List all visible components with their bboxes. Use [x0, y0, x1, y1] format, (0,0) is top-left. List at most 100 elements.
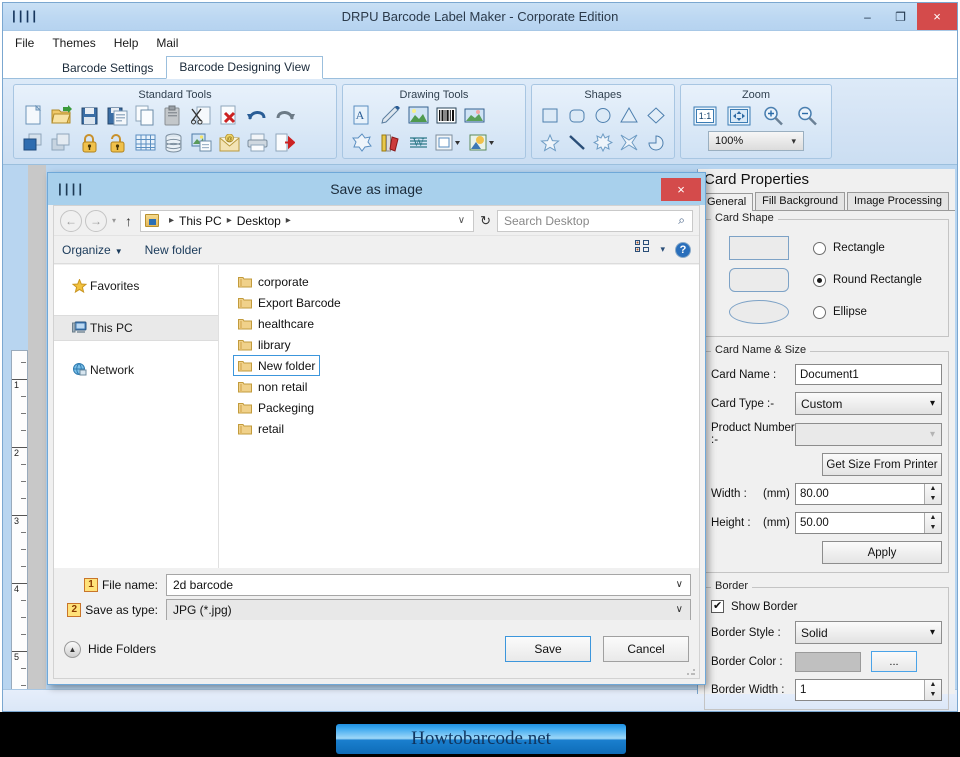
unlock-icon[interactable] [104, 130, 130, 155]
zoom-actual-size-icon[interactable]: 1:1 [692, 103, 718, 128]
forward-arrow-icon[interactable]: → [85, 209, 107, 232]
picture-frame-icon[interactable] [461, 103, 487, 128]
database-icon[interactable] [160, 130, 186, 155]
blob-shape-icon[interactable] [349, 130, 375, 155]
rounded-rect-shape-icon[interactable] [564, 103, 588, 128]
cancel-button[interactable]: Cancel [603, 636, 689, 662]
height-spin-buttons[interactable]: ▲ ▼ [924, 513, 941, 533]
save-icon[interactable] [76, 103, 102, 128]
four-point-star-icon[interactable] [617, 130, 641, 155]
list-item[interactable]: retail [233, 418, 289, 439]
shape-option-round-rectangle[interactable]: Round Rectangle [711, 264, 942, 296]
back-arrow-icon[interactable]: ← [60, 209, 82, 232]
star-shape-icon[interactable] [538, 130, 562, 155]
barcode-tool-icon[interactable] [433, 103, 459, 128]
height-stepper[interactable]: 50.00 ▲ ▼ [795, 512, 942, 534]
width-spin-buttons[interactable]: ▲ ▼ [924, 484, 941, 504]
card-name-input[interactable]: Document1 [795, 364, 942, 385]
menu-file[interactable]: File [15, 36, 34, 50]
shape-option-rectangle[interactable]: Rectangle [711, 232, 942, 264]
zoom-in-icon[interactable] [760, 103, 786, 128]
breadcrumb-desktop[interactable]: Desktop [237, 214, 281, 228]
file-name-input[interactable]: 2d barcode ∨ [166, 573, 691, 596]
help-icon[interactable]: ? [675, 241, 691, 258]
apply-button[interactable]: Apply [822, 541, 942, 564]
address-bar[interactable]: ▸ This PC ▸ Desktop ▸ ∨ [140, 209, 475, 232]
lock-icon[interactable] [76, 130, 102, 155]
grid-table-icon[interactable] [132, 130, 158, 155]
menu-help[interactable]: Help [114, 36, 139, 50]
paste-icon[interactable] [160, 103, 186, 128]
zoom-level-select[interactable]: 100% ▾ [708, 131, 804, 151]
list-item[interactable]: library [233, 334, 296, 355]
bring-to-front-icon[interactable] [20, 130, 46, 155]
breadcrumb-this-pc[interactable]: This PC [179, 214, 222, 228]
print-icon[interactable] [244, 130, 270, 155]
new-file-icon[interactable] [20, 103, 46, 128]
redo-icon[interactable] [272, 103, 298, 128]
save-button[interactable]: Save [505, 636, 591, 662]
tab-barcode-designing-view[interactable]: Barcode Designing View [166, 56, 323, 79]
zoom-fit-icon[interactable] [726, 103, 752, 128]
border-color-swatch[interactable] [795, 651, 861, 672]
recent-locations-icon[interactable]: ▾ [112, 216, 116, 225]
list-item[interactable]: Export Barcode [233, 292, 346, 313]
hide-folders-button[interactable]: ▲ Hide Folders [64, 640, 156, 658]
resize-grip-icon[interactable] [686, 666, 696, 676]
undo-icon[interactable] [244, 103, 270, 128]
save-all-icon[interactable] [104, 103, 130, 128]
nav-item-network[interactable]: Network [54, 357, 218, 383]
view-mode-icon[interactable] [635, 240, 650, 259]
list-item[interactable]: non retail [233, 376, 312, 397]
pie-shape-icon[interactable] [644, 130, 668, 155]
tab-fill-background[interactable]: Fill Background [755, 192, 845, 210]
show-border-row[interactable]: Show Border [711, 599, 942, 613]
search-input[interactable]: Search Desktop ⌕ [497, 209, 693, 232]
exit-icon[interactable] [272, 130, 298, 155]
send-to-back-icon[interactable] [48, 130, 74, 155]
menu-mail[interactable]: Mail [156, 36, 178, 50]
delete-icon[interactable] [216, 103, 242, 128]
tab-image-processing[interactable]: Image Processing [846, 192, 950, 210]
circle-shape-icon[interactable] [591, 103, 615, 128]
radio-ellipse[interactable] [813, 305, 826, 319]
export-image-icon[interactable] [188, 130, 214, 155]
show-border-checkbox[interactable] [711, 599, 724, 613]
new-folder-button[interactable]: New folder [145, 243, 202, 257]
books-icon[interactable] [377, 130, 403, 155]
chevron-down-icon[interactable]: ∨ [676, 604, 683, 615]
email-icon[interactable]: @ [216, 130, 242, 155]
refresh-icon[interactable]: ↻ [480, 213, 491, 229]
list-item[interactable]: healthcare [233, 313, 319, 334]
copy-icon[interactable] [132, 103, 158, 128]
list-item[interactable]: Packeging [233, 397, 319, 418]
zoom-out-icon[interactable] [794, 103, 820, 128]
width-stepper[interactable]: 80.00 ▲ ▼ [795, 483, 942, 505]
shape-option-ellipse[interactable]: Ellipse [711, 296, 942, 328]
radio-round-rectangle[interactable] [813, 273, 826, 287]
nav-item-this-pc[interactable]: This PC [54, 315, 218, 341]
pen-tool-icon[interactable] [377, 103, 403, 128]
list-item-selected[interactable]: New folder [233, 355, 321, 376]
square-shape-icon[interactable] [538, 103, 562, 128]
save-as-type-select[interactable]: JPG (*.jpg) ∨ [166, 598, 691, 621]
chevron-down-icon[interactable]: ∨ [676, 579, 683, 590]
up-arrow-icon[interactable]: ↑ [125, 213, 132, 229]
watermark-icon[interactable]: W [405, 130, 431, 155]
nav-item-favorites[interactable]: Favorites [54, 273, 218, 299]
text-tool-icon[interactable]: A [349, 103, 375, 128]
chevron-down-icon[interactable]: ∨ [458, 215, 465, 226]
cut-icon[interactable] [188, 103, 214, 128]
border-style-select[interactable]: Solid ▾ [795, 621, 942, 644]
menu-themes[interactable]: Themes [52, 36, 95, 50]
border-color-picker-button[interactable]: ... [871, 651, 917, 672]
burst-shape-icon[interactable] [591, 130, 615, 155]
list-item[interactable]: corporate [233, 271, 314, 292]
triangle-shape-icon[interactable] [617, 103, 641, 128]
open-folder-icon[interactable] [48, 103, 74, 128]
diamond-shape-icon[interactable] [644, 103, 668, 128]
card-type-select[interactable]: Custom ▾ [795, 392, 942, 415]
get-size-from-printer-button[interactable]: Get Size From Printer [822, 453, 942, 476]
tab-barcode-settings[interactable]: Barcode Settings [49, 57, 166, 79]
tab-general[interactable]: General [700, 193, 754, 211]
